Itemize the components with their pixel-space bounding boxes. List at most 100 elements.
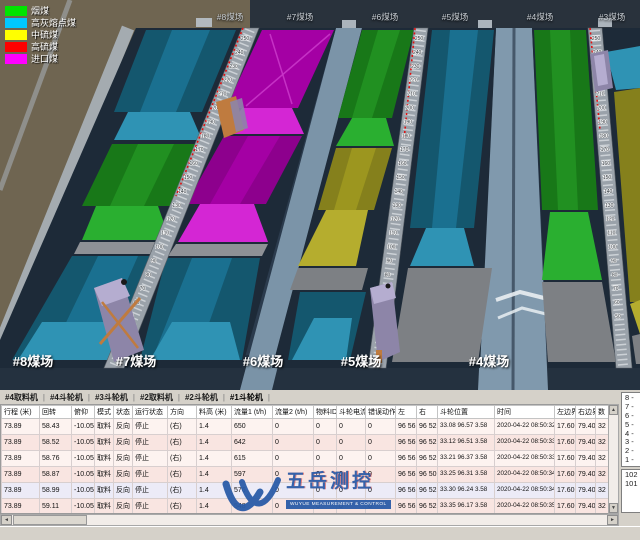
table-cell: 58.87 (40, 467, 72, 483)
table-cell: -10.05 (72, 419, 95, 435)
rail-distance-number: 100 (608, 245, 617, 251)
tab-machine-4[interactable]: #2取料机 (140, 392, 173, 403)
table-cell: 停止 (133, 451, 168, 467)
table-cell: 0 (273, 483, 314, 499)
table-cell: 0 (337, 451, 366, 467)
table-row[interactable]: 73.8958.99-10.05取料反向停止(右)1.4576000096 56… (2, 483, 609, 499)
yard-label-bottom: #4煤场 (469, 351, 509, 370)
machine-list-item[interactable]: 1 - (625, 456, 640, 465)
rail-distance-number: 160 (190, 161, 199, 167)
rail-distance-number: 220 (409, 78, 418, 84)
table-row[interactable]: 73.8958.43-10.05取料反向停止(右)1.4650000096 56… (2, 419, 609, 435)
machine-code-item[interactable]: 101 (625, 480, 640, 489)
tab-machine-3[interactable]: #3斗轮机 (95, 392, 128, 403)
scrollbar-thumb[interactable] (13, 515, 87, 525)
table-cell: 96 52 (417, 419, 438, 435)
rail-distance-number: 80 (145, 272, 151, 278)
table-cell: (右) (168, 451, 197, 467)
rail-distance-number: 220 (224, 78, 233, 84)
table-row[interactable]: 73.8958.87-10.05取料反向停止(右)1.4597000096 56… (2, 467, 609, 483)
rail-distance-number: 100 (155, 245, 164, 251)
table-cell: 73.89 (2, 499, 40, 515)
tab-machine-2[interactable]: #4斗轮机 (50, 392, 83, 403)
legend-item: 中硫煤 (5, 29, 76, 40)
rail-distance-number: 120 (606, 217, 615, 223)
rail-distance-number: 200 (597, 106, 606, 112)
rail-distance-number: 130 (393, 203, 402, 209)
table-row[interactable]: 73.8958.52-10.05取料反向停止(右)1.4642000096 56… (2, 435, 609, 451)
table-cell: 0 (314, 419, 337, 435)
table-row[interactable]: 73.8958.76-10.05取料反向停止(右)1.4615000096 56… (2, 451, 609, 467)
table-cell: (右) (168, 435, 197, 451)
table-cell: 548 (232, 499, 273, 515)
color-swatch (5, 6, 27, 16)
rail-distance-number: 80 (612, 272, 618, 278)
rail-distance-number: 180 (201, 133, 210, 139)
machine-tab-bar: #4取料机|#4斗轮机|#3斗轮机|#2取料机|#2斗轮机|#1斗轮机| (0, 390, 640, 404)
telemetry-table-wrap: 行程 (米)回转俯仰模式状态运行状态方向料高 (米)流量1 (t/h)流量2 (… (0, 404, 608, 514)
yard-label-top: #5煤场 (442, 11, 468, 23)
column-header: 右 (417, 406, 438, 419)
coal-yard-3d-viewport[interactable]: 2502402302202102001901801701601501401301… (0, 0, 640, 390)
table-cell: 58.76 (40, 451, 72, 467)
horizontal-scrollbar[interactable]: ◄ ► (0, 514, 619, 526)
scroll-right-button[interactable]: ► (607, 515, 618, 525)
legend-label: 进口煤 (31, 52, 58, 65)
rail-distance-number: 170 (195, 147, 204, 153)
rail-distance-number: 200 (406, 106, 415, 112)
table-cell: 停止 (133, 419, 168, 435)
coal-yard-monitoring-app: 2502402302202102001901801701601501401301… (0, 0, 640, 540)
tab-machine-1[interactable]: #4取料机 (5, 392, 38, 403)
status-bar (0, 526, 640, 540)
rail-distance-number: 60 (614, 300, 620, 306)
column-header: 料高 (米) (197, 406, 232, 419)
table-cell: 0 (337, 467, 366, 483)
column-header: 行程 (米) (2, 406, 40, 419)
yard-label-top: #7煤场 (287, 11, 313, 23)
rail-distance-number: 150 (184, 175, 193, 181)
vertical-scrollbar[interactable]: ▲ ▼ (608, 404, 619, 514)
table-cell: 停止 (133, 499, 168, 515)
table-cell: 停止 (133, 483, 168, 499)
table-cell: 0 (273, 451, 314, 467)
rail-distance-number: 180 (600, 133, 609, 139)
table-cell: 597 (232, 467, 273, 483)
table-cell: 96 56 (396, 483, 417, 499)
table-cell: 0 (314, 435, 337, 451)
table-cell: 2020-04-22 08:50:34 (495, 467, 555, 483)
table-cell: 0 (366, 451, 396, 467)
rail-distance-number: 160 (602, 161, 611, 167)
table-cell: 1.4 (197, 419, 232, 435)
rail-distance-number: 150 (603, 175, 612, 181)
legend-item: 高硫煤 (5, 41, 76, 52)
scroll-left-button[interactable]: ◄ (1, 515, 12, 525)
rail-distance-number: 100 (387, 245, 396, 251)
empty-pad (392, 268, 492, 362)
table-cell: (右) (168, 483, 197, 499)
table-cell: 0 (337, 435, 366, 451)
tab-machine-5[interactable]: #2斗轮机 (185, 392, 218, 403)
scroll-down-button[interactable]: ▼ (609, 503, 618, 513)
table-cell: 0 (366, 467, 396, 483)
table-cell: 96 52 (417, 499, 438, 515)
rail-distance-number: 130 (605, 203, 614, 209)
table-cell: -10.05 (72, 483, 95, 499)
table-cell: 1.4 (197, 499, 232, 515)
legend-item: 进口煤 (5, 53, 76, 64)
yard-label-bottom: #5煤场 (341, 351, 381, 370)
tab-machine-6[interactable]: #1斗轮机 (230, 392, 263, 403)
rail-distance-number: 120 (167, 217, 176, 223)
table-cell: 0 (366, 419, 396, 435)
table-cell: 0 (337, 419, 366, 435)
scroll-up-button[interactable]: ▲ (609, 405, 618, 415)
rail-distance-number: 50 (615, 314, 621, 320)
rail-distance-number: 240 (413, 50, 422, 56)
table-row[interactable]: 73.8959.11-10.05取料反向停止(右)1.4548000096 56… (2, 499, 609, 515)
table-cell: 2020-04-22 08:50:33 (495, 435, 555, 451)
table-cell: 32 (596, 435, 609, 451)
table-cell: 反向 (114, 451, 133, 467)
table-cell: 反向 (114, 435, 133, 451)
column-header: 物料ID (314, 406, 337, 419)
table-cell: 32 (596, 483, 609, 499)
table-cell: 0 (366, 483, 396, 499)
